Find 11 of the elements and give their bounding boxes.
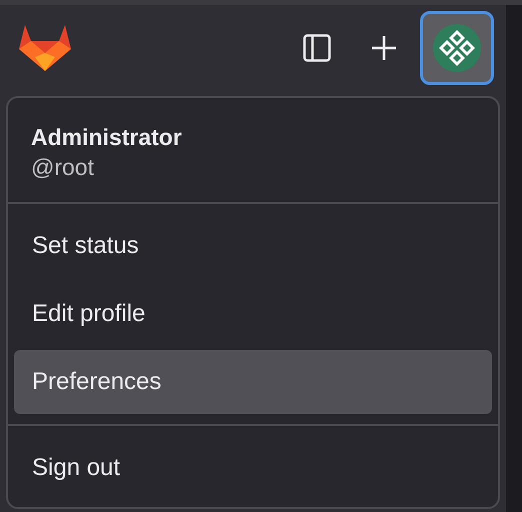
menu-item[interactable]: Set status [14, 214, 492, 278]
avatar-icon [433, 24, 481, 72]
sidebar-toggle-icon[interactable] [303, 34, 331, 62]
fox-logo-icon[interactable] [19, 23, 71, 73]
user-name: Administrator [31, 123, 183, 152]
menu-item[interactable]: Sign out [14, 436, 492, 500]
avatar-button[interactable] [420, 11, 494, 85]
user-handle: @root [31, 153, 95, 182]
menu-item[interactable]: Preferences [14, 350, 492, 414]
menu-item[interactable]: Edit profile [14, 282, 492, 346]
plus-icon[interactable] [371, 35, 397, 61]
